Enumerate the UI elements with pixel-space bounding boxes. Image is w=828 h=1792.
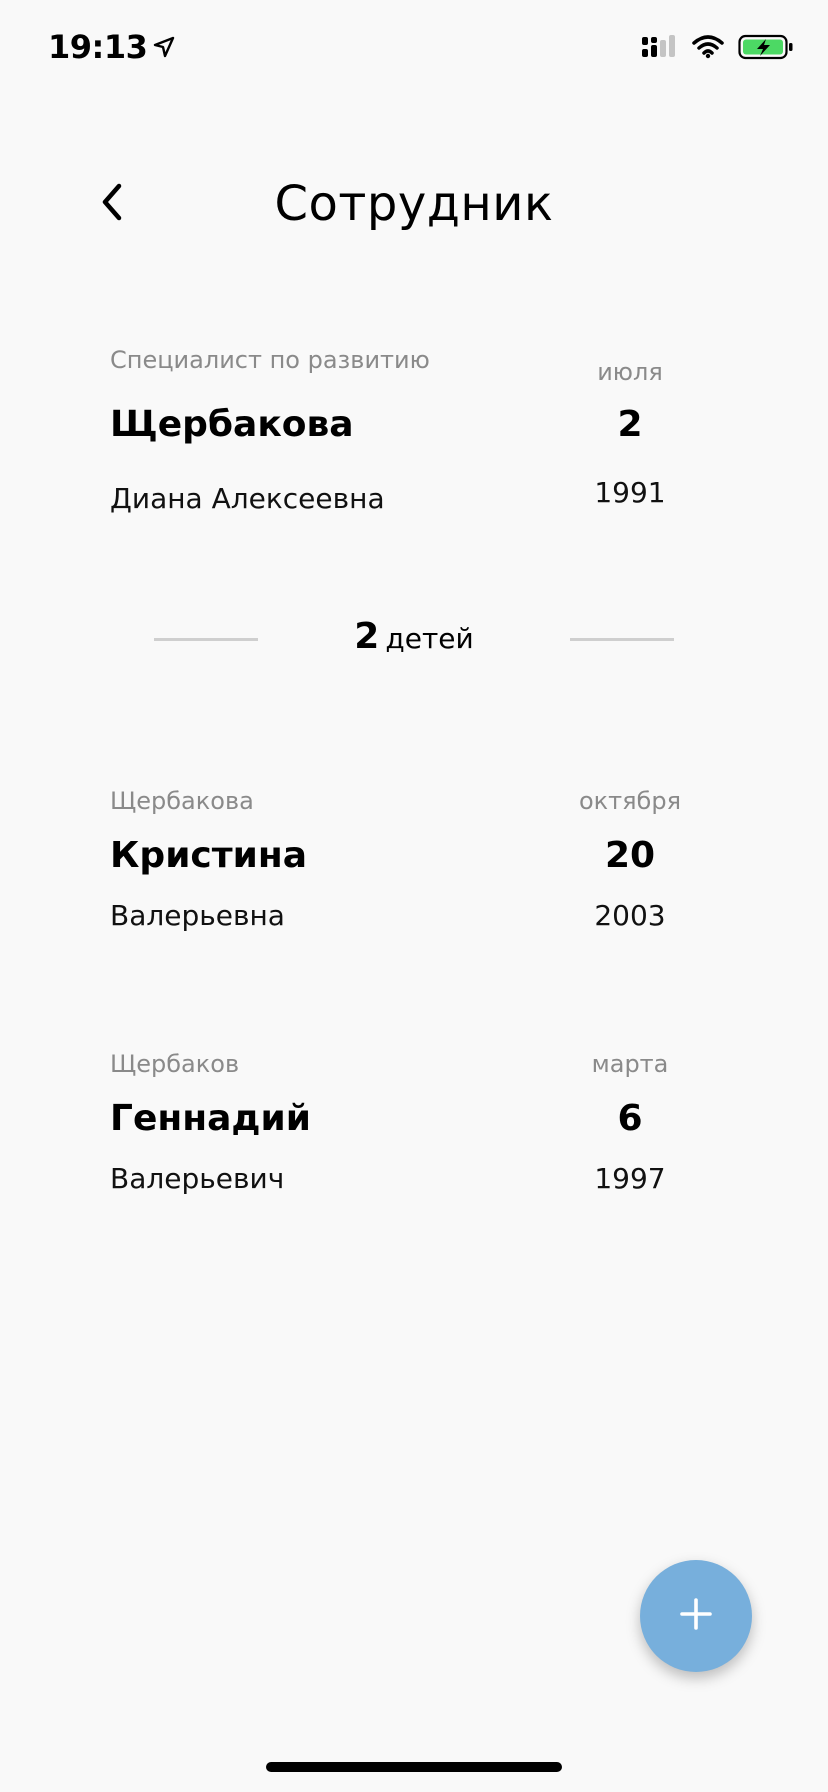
employee-position: Специалист по развитию	[110, 346, 430, 374]
employee-card: Специалист по развитию Щербакова Диана А…	[110, 342, 710, 542]
employee-birth-month: июля	[597, 358, 663, 386]
children-count: 2 детей	[154, 616, 674, 657]
child-birth-year: 2003	[594, 899, 666, 932]
employee-first-middle-name: Диана Алексеевна	[110, 482, 385, 515]
child-birth-day: 20	[604, 835, 656, 876]
child-last-name: Щербакова	[110, 787, 254, 815]
child-birth-month: октября	[578, 787, 682, 815]
employee-screen: 19:13 Сотрудник Специалист по развитию Щ…	[0, 0, 828, 1792]
child-middle-name: Валерьевич	[110, 1162, 285, 1195]
home-indicator[interactable]	[266, 1762, 562, 1772]
child-first-name: Кристина	[110, 835, 308, 876]
child-birth-year: 1997	[594, 1162, 666, 1195]
children-count-label: детей	[385, 622, 474, 655]
child-card[interactable]: Щербаков Геннадий Валерьевич марта 6 199…	[110, 1046, 710, 1246]
plus-icon	[679, 1597, 713, 1635]
cellular-signal-icon	[642, 35, 678, 63]
status-time-text: 19:13	[48, 28, 148, 66]
employee-birth-year: 1991	[594, 476, 666, 509]
employee-birth-day: 2	[617, 404, 643, 445]
add-child-button[interactable]	[640, 1560, 752, 1672]
children-count-number: 2	[354, 616, 380, 657]
status-time: 19:13	[48, 28, 175, 66]
location-arrow-icon	[153, 28, 175, 66]
child-card[interactable]: Щербакова Кристина Валерьевна октября 20…	[110, 783, 710, 983]
status-indicators	[642, 34, 794, 64]
child-birth-day: 6	[617, 1098, 643, 1139]
page-title: Сотрудник	[274, 176, 554, 232]
child-middle-name: Валерьевна	[110, 899, 285, 932]
child-first-name: Геннадий	[110, 1098, 311, 1139]
employee-last-name: Щербакова	[110, 404, 354, 445]
battery-charging-icon	[738, 34, 794, 64]
child-birth-month: марта	[591, 1050, 669, 1078]
wifi-icon	[692, 35, 724, 63]
children-count-divider: 2 детей	[154, 610, 674, 670]
child-last-name: Щербаков	[110, 1050, 240, 1078]
divider-line-right	[570, 638, 674, 641]
